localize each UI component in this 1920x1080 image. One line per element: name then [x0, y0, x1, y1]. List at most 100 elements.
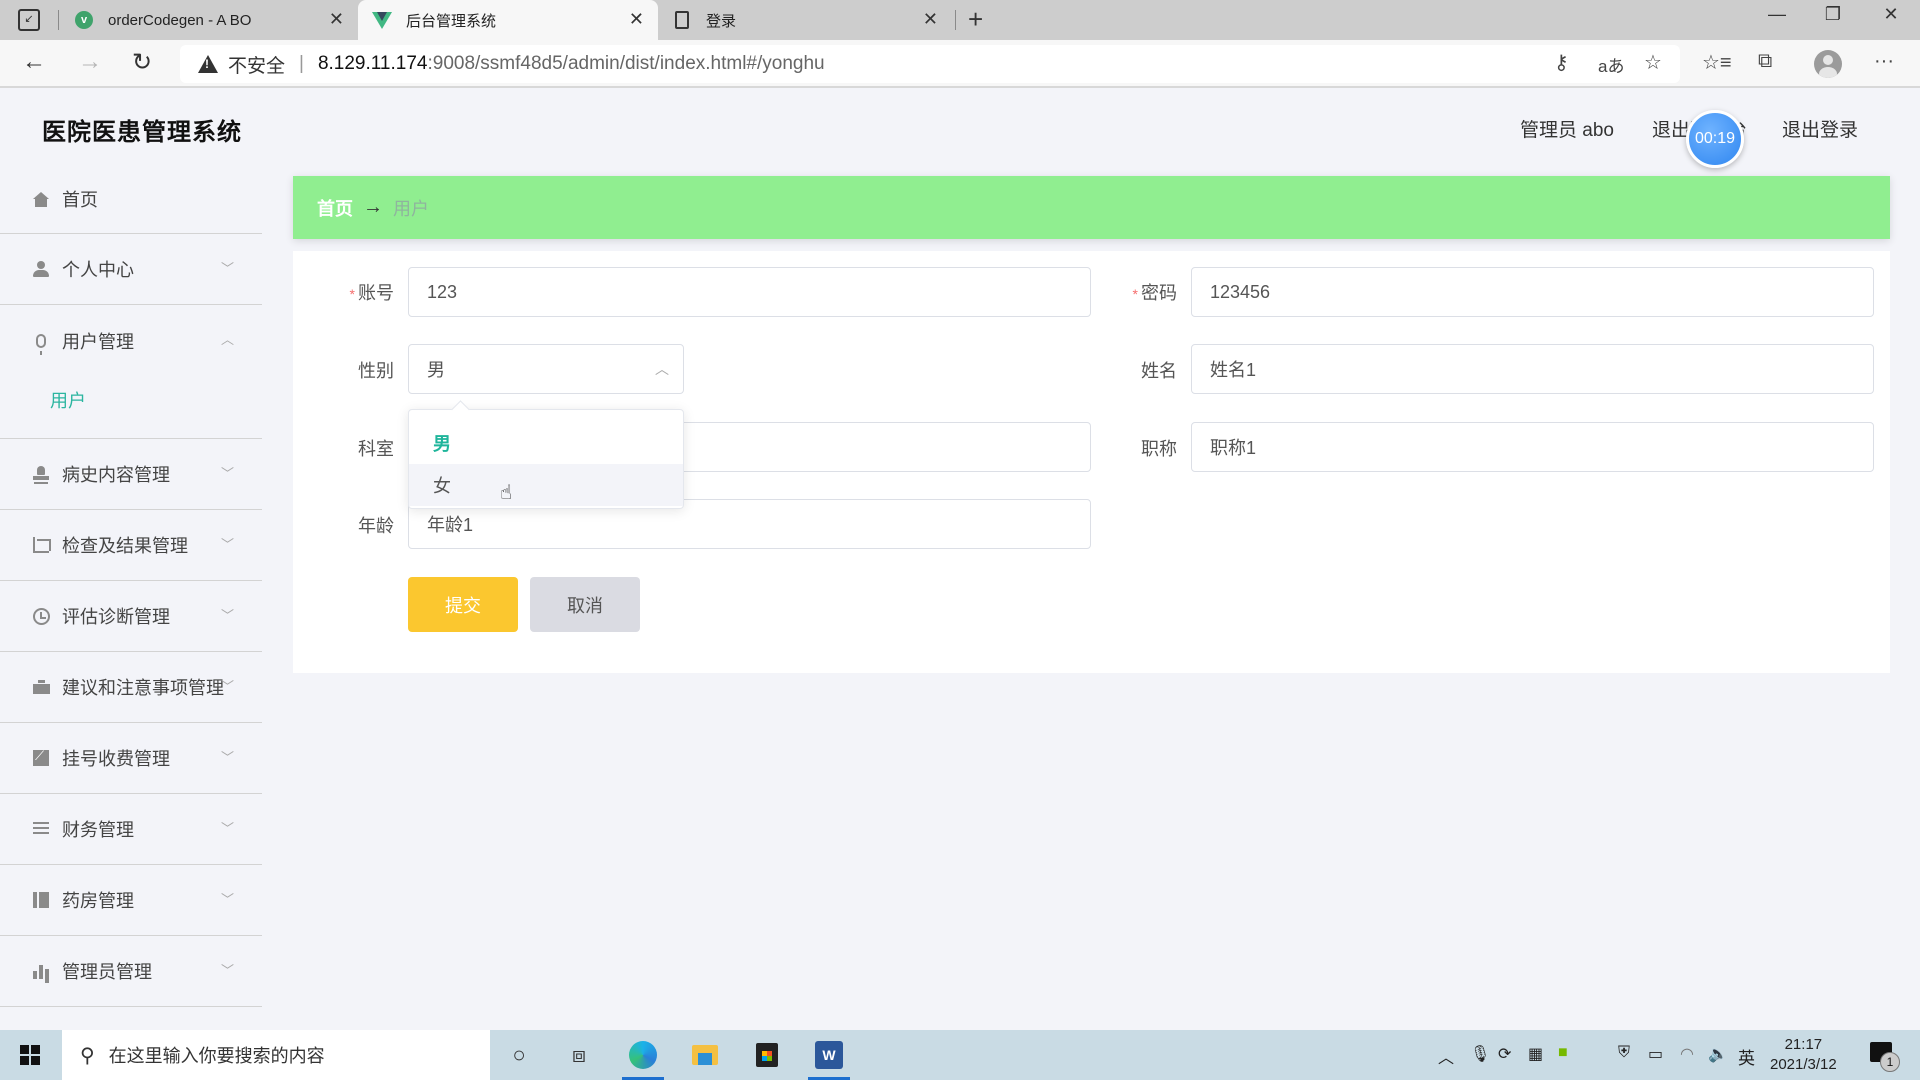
gender-selected-value: 男	[427, 360, 445, 380]
microsoft-store-icon[interactable]	[750, 1038, 784, 1072]
back-button[interactable]: ←	[22, 48, 46, 76]
breadcrumb-arrow-icon: →	[363, 196, 383, 218]
collections-icon[interactable]: ⧉	[1758, 50, 1772, 73]
sidebar-item-label: 财务管理	[62, 820, 134, 840]
account-input[interactable]: 123	[408, 267, 1091, 317]
close-window-button[interactable]: ✕	[1866, 4, 1916, 25]
word-icon[interactable]: W	[812, 1038, 846, 1072]
crop-icon	[32, 536, 51, 554]
sidebar-item-home[interactable]: 首页	[0, 164, 262, 234]
ime-indicator[interactable]: 英	[1738, 1044, 1755, 1069]
breadcrumb-home[interactable]: 首页	[317, 195, 353, 221]
chart-icon	[32, 749, 50, 767]
profile-avatar[interactable]	[1814, 50, 1842, 78]
battery-icon[interactable]: ▭	[1648, 1044, 1663, 1064]
tab-actions-icon[interactable]: ↙	[18, 9, 40, 31]
sidebar-group-user-management: 用户管理 ︿ 用户	[0, 305, 262, 439]
briefcase-icon	[32, 678, 50, 696]
minimize-button[interactable]: —	[1752, 4, 1802, 25]
age-label: 年龄	[358, 516, 394, 536]
stamp-icon	[32, 465, 50, 483]
show-hidden-icons-chevron[interactable]: ︿	[1438, 1044, 1454, 1068]
app-title: 医院医患管理系统	[42, 119, 242, 146]
submit-button[interactable]: 提交	[408, 577, 518, 632]
vue-circle-icon: v	[74, 10, 94, 30]
more-options-icon[interactable]: ···	[1874, 50, 1894, 73]
tab-ordercodegen[interactable]: v orderCodegen - A BO ✕	[60, 0, 358, 40]
gender-option-male[interactable]: 男	[409, 422, 683, 464]
sidebar-item-personal-center[interactable]: 个人中心 ﹀	[0, 234, 262, 305]
department-label: 科室	[358, 439, 394, 459]
taskbar-search-placeholder: 在这里输入你要搜索的内容	[108, 1046, 325, 1066]
taskbar-clock[interactable]: 21:17 2021/3/12	[1770, 1035, 1837, 1075]
sidebar-item-finance[interactable]: 财务管理 ﹀	[0, 794, 262, 865]
tab-admin-system[interactable]: 后台管理系统 ✕	[358, 0, 658, 40]
sidebar-item-label: 管理员管理	[62, 962, 152, 982]
sidebar-item-label: 药房管理	[62, 891, 134, 911]
reload-button[interactable]: ↻	[132, 48, 152, 77]
url-input[interactable]: 不安全 | 8.129.11.174 :9008/ssmf48d5/admin/…	[180, 45, 1680, 83]
edge-browser-icon[interactable]	[626, 1038, 660, 1072]
favorites-icon[interactable]: ☆≡	[1702, 50, 1732, 75]
close-tab-icon[interactable]: ✕	[629, 9, 644, 30]
translate-icon[interactable]: aあ	[1598, 52, 1624, 77]
task-view-icon[interactable]: ⧈	[562, 1038, 596, 1072]
cancel-button[interactable]: 取消	[530, 577, 640, 632]
logout-link[interactable]: 退出登录	[1782, 115, 1858, 142]
security-shield-icon[interactable]: ⛨	[1618, 1044, 1630, 1062]
close-tab-icon[interactable]: ✕	[329, 9, 344, 30]
sync-tray-icon[interactable]: ⟳	[1498, 1044, 1511, 1064]
sidebar-item-medical-history[interactable]: 病史内容管理 ﹀	[0, 439, 262, 510]
book-icon	[32, 891, 50, 909]
chevron-down-icon: ﹀	[220, 679, 234, 694]
sidebar-item-examinations[interactable]: 检查及结果管理 ﹀	[0, 510, 262, 581]
sidebar-item-admins[interactable]: 管理员管理 ﹀	[0, 936, 262, 1007]
sidebar-item-pharmacy[interactable]: 药房管理 ﹀	[0, 865, 262, 936]
key-icon[interactable]: ⚷	[1554, 50, 1569, 75]
gender-dropdown: 男 女	[408, 409, 684, 509]
app-tray-icon[interactable]: ▦	[1528, 1044, 1543, 1064]
sidebar-item-label: 检查及结果管理	[62, 536, 188, 556]
chevron-down-icon: ﹀	[220, 892, 234, 907]
taskbar-search-box[interactable]: ⚲ 在这里输入你要搜索的内容	[62, 1030, 490, 1080]
cortana-icon[interactable]: ○	[502, 1038, 536, 1072]
sidebar-item-diagnosis[interactable]: 评估诊断管理 ﹀	[0, 581, 262, 652]
password-label: * 密码	[1132, 283, 1177, 303]
close-tab-icon[interactable]: ✕	[923, 9, 938, 30]
sidebar-item-user-management[interactable]: 用户管理 ︿	[0, 305, 262, 376]
sidebar-subitem-users[interactable]: 用户	[0, 376, 262, 438]
notification-count-badge: 1	[1880, 1052, 1900, 1072]
add-favorite-icon[interactable]: ☆	[1644, 50, 1662, 75]
name-label: 姓名	[1141, 361, 1177, 381]
url-host: 8.129.11.174	[317, 53, 428, 74]
windows-start-icon[interactable]	[20, 1045, 40, 1065]
tab-login[interactable]: 登录 ✕	[658, 0, 952, 40]
microphone-tray-icon[interactable]: 🎙	[1470, 1044, 1490, 1064]
home-icon	[32, 190, 50, 208]
nvidia-tray-icon[interactable]: ■	[1558, 1044, 1568, 1062]
name-input[interactable]: 姓名1	[1191, 344, 1874, 394]
gender-select[interactable]: 男 ︿	[408, 344, 684, 394]
gender-option-female[interactable]: 女	[409, 464, 683, 506]
clock-icon	[32, 607, 50, 625]
password-input[interactable]: 123456	[1191, 267, 1874, 317]
title-label: 职称	[1141, 439, 1177, 459]
sidebar-item-registration-fees[interactable]: 挂号收费管理 ﹀	[0, 723, 262, 794]
volume-icon[interactable]: 🔈	[1708, 1044, 1728, 1064]
maximize-button[interactable]: ❐	[1808, 4, 1858, 25]
wifi-icon[interactable]: ◠	[1680, 1044, 1694, 1064]
file-explorer-icon[interactable]	[688, 1038, 722, 1072]
sidebar-item-label: 首页	[62, 189, 98, 210]
chevron-down-icon: ﹀	[220, 537, 234, 552]
warning-icon	[198, 55, 218, 73]
tab-title: 登录	[706, 12, 737, 30]
title-input[interactable]: 职称1	[1191, 422, 1874, 472]
sidebar-item-advice[interactable]: 建议和注意事项管理 ﹀	[0, 652, 262, 723]
hand-cursor-icon: ☝	[500, 482, 513, 504]
new-tab-button[interactable]: +	[968, 4, 983, 35]
security-label[interactable]: 不安全	[228, 51, 285, 78]
windows-taskbar: ⚲ 在这里输入你要搜索的内容 ○ ⧈ W ︿ 🎙 ⟳ ▦ ■ ⛨ ▭ ◠ 🔈 英…	[0, 1030, 1920, 1080]
chevron-down-icon: ﹀	[220, 466, 234, 481]
vue-logo-icon	[372, 10, 392, 30]
sidebar-item-label: 病史内容管理	[62, 465, 170, 485]
